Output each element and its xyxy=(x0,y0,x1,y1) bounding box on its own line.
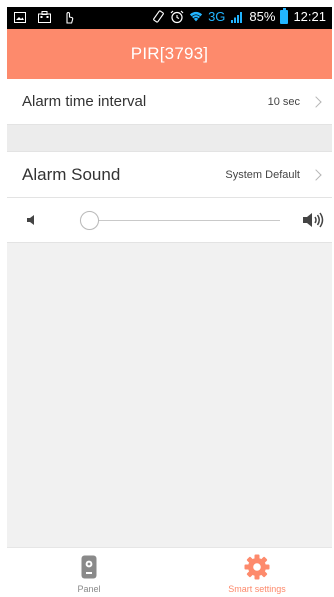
empty-content-area xyxy=(7,243,332,547)
panel-device-icon xyxy=(81,554,97,580)
rotate-icon xyxy=(151,10,165,24)
chevron-right-icon xyxy=(310,168,322,181)
tab-panel-label: Panel xyxy=(77,584,101,594)
app-header: PIR[3793] xyxy=(7,29,332,79)
tab-smart-settings-label: Smart settings xyxy=(228,584,286,594)
alarm-sound-label: Alarm Sound xyxy=(22,164,121,184)
app-screen: 3G 85% 12:21 PIR[3793] Alarm time interv… xyxy=(7,7,332,597)
status-bar: 3G 85% 12:21 xyxy=(7,7,332,29)
gear-icon xyxy=(244,554,270,580)
clock: 12:21 xyxy=(293,9,326,24)
battery-icon xyxy=(280,7,289,24)
volume-low-icon xyxy=(27,213,37,231)
tab-smart-settings[interactable]: Smart settings xyxy=(202,548,312,597)
alarm-interval-label: Alarm time interval xyxy=(22,93,147,110)
status-bar-notifications xyxy=(13,10,75,24)
alarm-interval-value: 10 sec xyxy=(267,95,300,108)
image-icon xyxy=(13,10,27,24)
status-bar-system: 3G 85% 12:21 xyxy=(151,7,326,24)
tab-panel[interactable]: Panel xyxy=(49,548,129,597)
chevron-right-icon xyxy=(310,95,322,108)
alarm-sound-row[interactable]: Alarm Sound System Default xyxy=(7,151,332,198)
volume-slider-track[interactable] xyxy=(80,220,280,221)
page-title: PIR[3793] xyxy=(130,44,209,63)
bottom-tab-bar: Panel Smart settings xyxy=(7,547,332,597)
wifi-icon xyxy=(189,10,203,24)
network-type: 3G xyxy=(208,9,226,24)
alarm-sound-value: System Default xyxy=(225,168,300,181)
volume-slider-thumb[interactable] xyxy=(80,211,99,230)
alarm-interval-row[interactable]: Alarm time interval 10 sec xyxy=(7,79,332,125)
volume-high-icon xyxy=(302,211,324,234)
briefcase-icon xyxy=(37,10,51,24)
battery-percent: 85% xyxy=(249,9,276,24)
alarm-clock-icon xyxy=(170,10,184,24)
volume-row xyxy=(7,198,332,243)
touch-icon xyxy=(61,10,75,24)
section-divider xyxy=(7,125,332,151)
signal-icon xyxy=(230,10,244,24)
